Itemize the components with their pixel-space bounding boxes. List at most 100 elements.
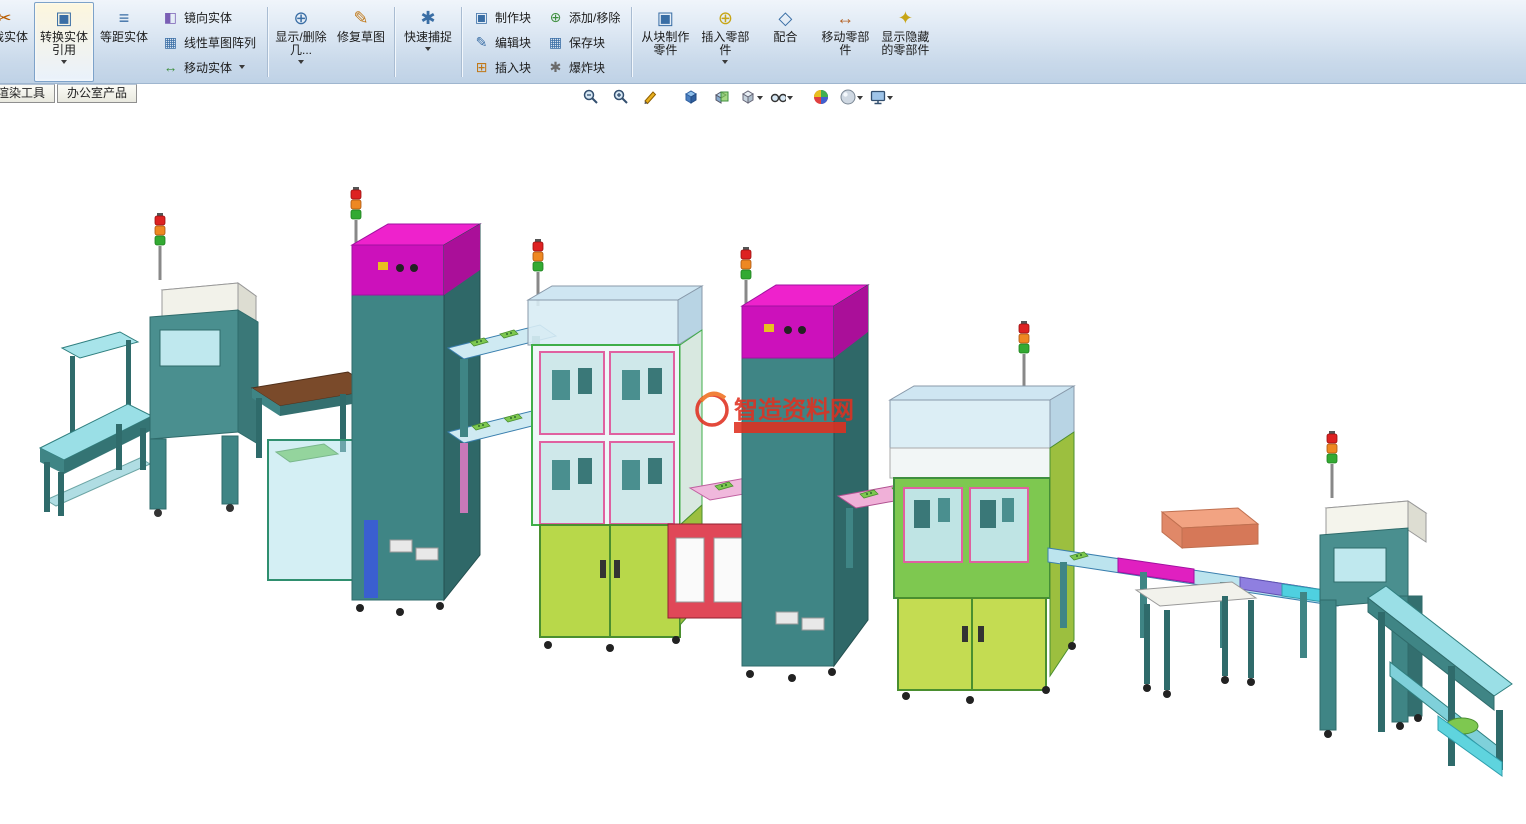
ribbon-button-repair-sketch[interactable]: ✎ 修复草图 <box>331 2 391 82</box>
edit-appearance-button[interactable] <box>808 86 834 108</box>
dropdown-arrow-icon[interactable] <box>887 95 893 100</box>
block-tools-group-2: ⊕ 添加/移除 ▦ 保存块 ✱ 爆炸块 <box>539 2 628 82</box>
dropdown-arrow-icon[interactable] <box>298 60 305 64</box>
toolbar-separator <box>461 7 463 77</box>
move-entities-icon: ↔ <box>163 59 178 75</box>
model-viewport[interactable]: 智造资料网 <box>0 0 1526 819</box>
repair-sketch-icon: ✎ <box>353 7 369 28</box>
ribbon-button-label: 移动零部件 <box>821 30 870 57</box>
display-style-cube-icon <box>742 90 754 104</box>
heads-up-view-toolbar <box>578 86 894 108</box>
apply-scene-button[interactable] <box>838 86 864 108</box>
ribbon-button-label: 显示隐藏的零部件 <box>881 30 930 57</box>
view-orientation-button[interactable] <box>678 86 704 108</box>
tab-label: 渲染工具 <box>0 86 46 100</box>
zoom-to-area-icon <box>613 89 628 104</box>
ribbon-button-label: 编辑块 <box>495 35 532 50</box>
edit-block-icon: ✎ <box>475 33 488 50</box>
ribbon-button-offset-entities[interactable]: ≡ 等距实体 <box>94 2 154 82</box>
zoom-to-area-button[interactable] <box>608 86 634 108</box>
ribbon-button-label: 镜向实体 <box>184 10 233 25</box>
watermark-banner <box>734 422 846 433</box>
ribbon-button-mate[interactable]: ◇ 配合 <box>755 2 815 82</box>
ribbon-button-label: 等距实体 <box>99 30 148 44</box>
mate-icon: ◇ <box>778 7 793 28</box>
make-block-icon: ▣ <box>474 8 489 25</box>
ribbon-button-label: 快速捕捉 <box>404 30 453 44</box>
convert-entities-icon: ▣ <box>55 7 73 28</box>
ribbon-button-show-hidden-components[interactable]: ✦ 显示隐藏的零部件 <box>875 2 935 82</box>
explode-block-icon: ✱ <box>549 58 562 75</box>
ribbon-button-label: 转换实体引用 <box>39 30 88 57</box>
ribbon-button-make-part-from-block[interactable]: ▣ 从块制作零件 <box>635 2 695 82</box>
ribbon-button-label: 插入块 <box>495 60 532 75</box>
view-orientation-cube-icon <box>685 90 697 104</box>
ribbon-button-label: 修复草图 <box>337 30 386 44</box>
dropdown-arrow-icon[interactable] <box>239 65 246 69</box>
ribbon-button-label: 线性草图阵列 <box>184 35 257 50</box>
view-settings-button[interactable] <box>868 86 894 108</box>
ribbon-button-linear-sketch-pattern[interactable]: ▦ 线性草图阵列 <box>157 30 261 54</box>
ribbon-button-mirror-entities[interactable]: ◧ 镜向实体 <box>157 5 261 29</box>
buffer-table[interactable] <box>1134 507 1260 698</box>
hide-show-items-button[interactable] <box>768 86 794 108</box>
block-tools-group-1: ▣ 制作块 ✎ 编辑块 ⊞ 插入块 <box>465 2 539 82</box>
commandmanager-tabs: 渲染工具 办公室产品 <box>0 84 139 103</box>
tab-label: 办公室产品 <box>67 86 128 100</box>
make-part-from-block-icon: ▣ <box>656 7 674 28</box>
dropdown-arrow-icon[interactable] <box>857 95 863 100</box>
ribbon-button-trim-entities[interactable]: ✂ 剪裁实体 <box>0 2 34 82</box>
ribbon-button-move-component[interactable]: ↔ 移动零部件 <box>815 2 875 82</box>
ribbon-button-label: 配合 <box>773 30 798 44</box>
sketch-tools-group: ◧ 镜向实体 ▦ 线性草图阵列 ↔ 移动实体 <box>154 2 264 82</box>
tab-office-products[interactable]: 办公室产品 <box>57 84 138 103</box>
quick-snaps-icon: ✱ <box>420 7 436 28</box>
zoom-to-fit-button[interactable] <box>578 86 604 108</box>
ribbon-button-edit-block[interactable]: ✎ 编辑块 <box>468 30 536 54</box>
pencil-icon <box>644 91 657 105</box>
save-block-icon: ▦ <box>548 33 563 50</box>
dropdown-arrow-icon[interactable] <box>61 60 67 64</box>
previous-view-button[interactable] <box>638 86 664 108</box>
assembly-line-model[interactable]: 智造资料网 <box>0 0 1526 819</box>
toolbar-separator <box>394 7 396 77</box>
ribbon-button-label: 保存块 <box>569 35 606 50</box>
ribbon-button-label: 从块制作零件 <box>641 30 690 57</box>
ribbon-button-save-block[interactable]: ▦ 保存块 <box>542 30 625 54</box>
linear-sketch-pattern-icon: ▦ <box>163 33 178 50</box>
dropdown-arrow-icon[interactable] <box>425 47 432 51</box>
ribbon-button-convert-entities[interactable]: ▣ 转换实体引用 <box>34 2 94 82</box>
display-style-button[interactable] <box>738 86 764 108</box>
infeed-conveyor[interactable] <box>38 331 154 516</box>
ribbon-button-make-block[interactable]: ▣ 制作块 <box>468 5 536 29</box>
hide-show-items-glasses-icon <box>770 93 786 103</box>
insert-components-icon: ⊕ <box>717 7 733 28</box>
ribbon-button-move-entities[interactable]: ↔ 移动实体 <box>157 55 261 79</box>
ribbon-button-insert-components[interactable]: ⊕ 插入零部件 <box>695 2 755 82</box>
dropdown-arrow-icon[interactable] <box>722 60 729 64</box>
outfeed-conveyor[interactable] <box>1367 585 1513 777</box>
ribbon-button-label: 添加/移除 <box>569 10 621 25</box>
dropdown-arrow-icon[interactable] <box>757 95 763 100</box>
ribbon-button-insert-block[interactable]: ⊞ 插入块 <box>468 55 536 79</box>
show-hidden-components-icon: ✦ <box>897 7 913 28</box>
ribbon-button-explode-block[interactable]: ✱ 爆炸块 <box>542 55 625 79</box>
ribbon-toolbar: ✂ 剪裁实体 ▣ 转换实体引用 ≡ 等距实体 ◧ 镜向实体 ▦ 线性草图阵列 ↔… <box>0 0 1526 84</box>
tall-cabinet-2[interactable] <box>740 246 870 682</box>
dropdown-arrow-icon[interactable] <box>787 95 793 100</box>
section-view-button[interactable] <box>708 86 734 108</box>
insert-block-icon: ⊞ <box>475 58 488 75</box>
ribbon-button-add-remove[interactable]: ⊕ 添加/移除 <box>542 5 625 29</box>
ribbon-button-quick-snaps[interactable]: ✱ 快速捕捉 <box>398 2 458 82</box>
apply-scene-ball-icon <box>840 89 856 105</box>
press-machine-1[interactable] <box>149 212 259 517</box>
signal-tower-icon <box>1018 320 1030 389</box>
signal-tower-icon <box>154 212 166 281</box>
signal-tower-icon <box>1326 430 1338 499</box>
inspection-machine-2[interactable] <box>888 320 1076 704</box>
watermark: 智造资料网 <box>695 391 854 433</box>
ribbon-button-label: 显示/删除几... <box>275 30 327 57</box>
ribbon-button-display-delete-relations[interactable]: ⊕ 显示/删除几... <box>271 2 331 82</box>
tab-render-tools[interactable]: 渲染工具 <box>0 84 56 103</box>
offset-entities-icon: ≡ <box>118 7 130 28</box>
